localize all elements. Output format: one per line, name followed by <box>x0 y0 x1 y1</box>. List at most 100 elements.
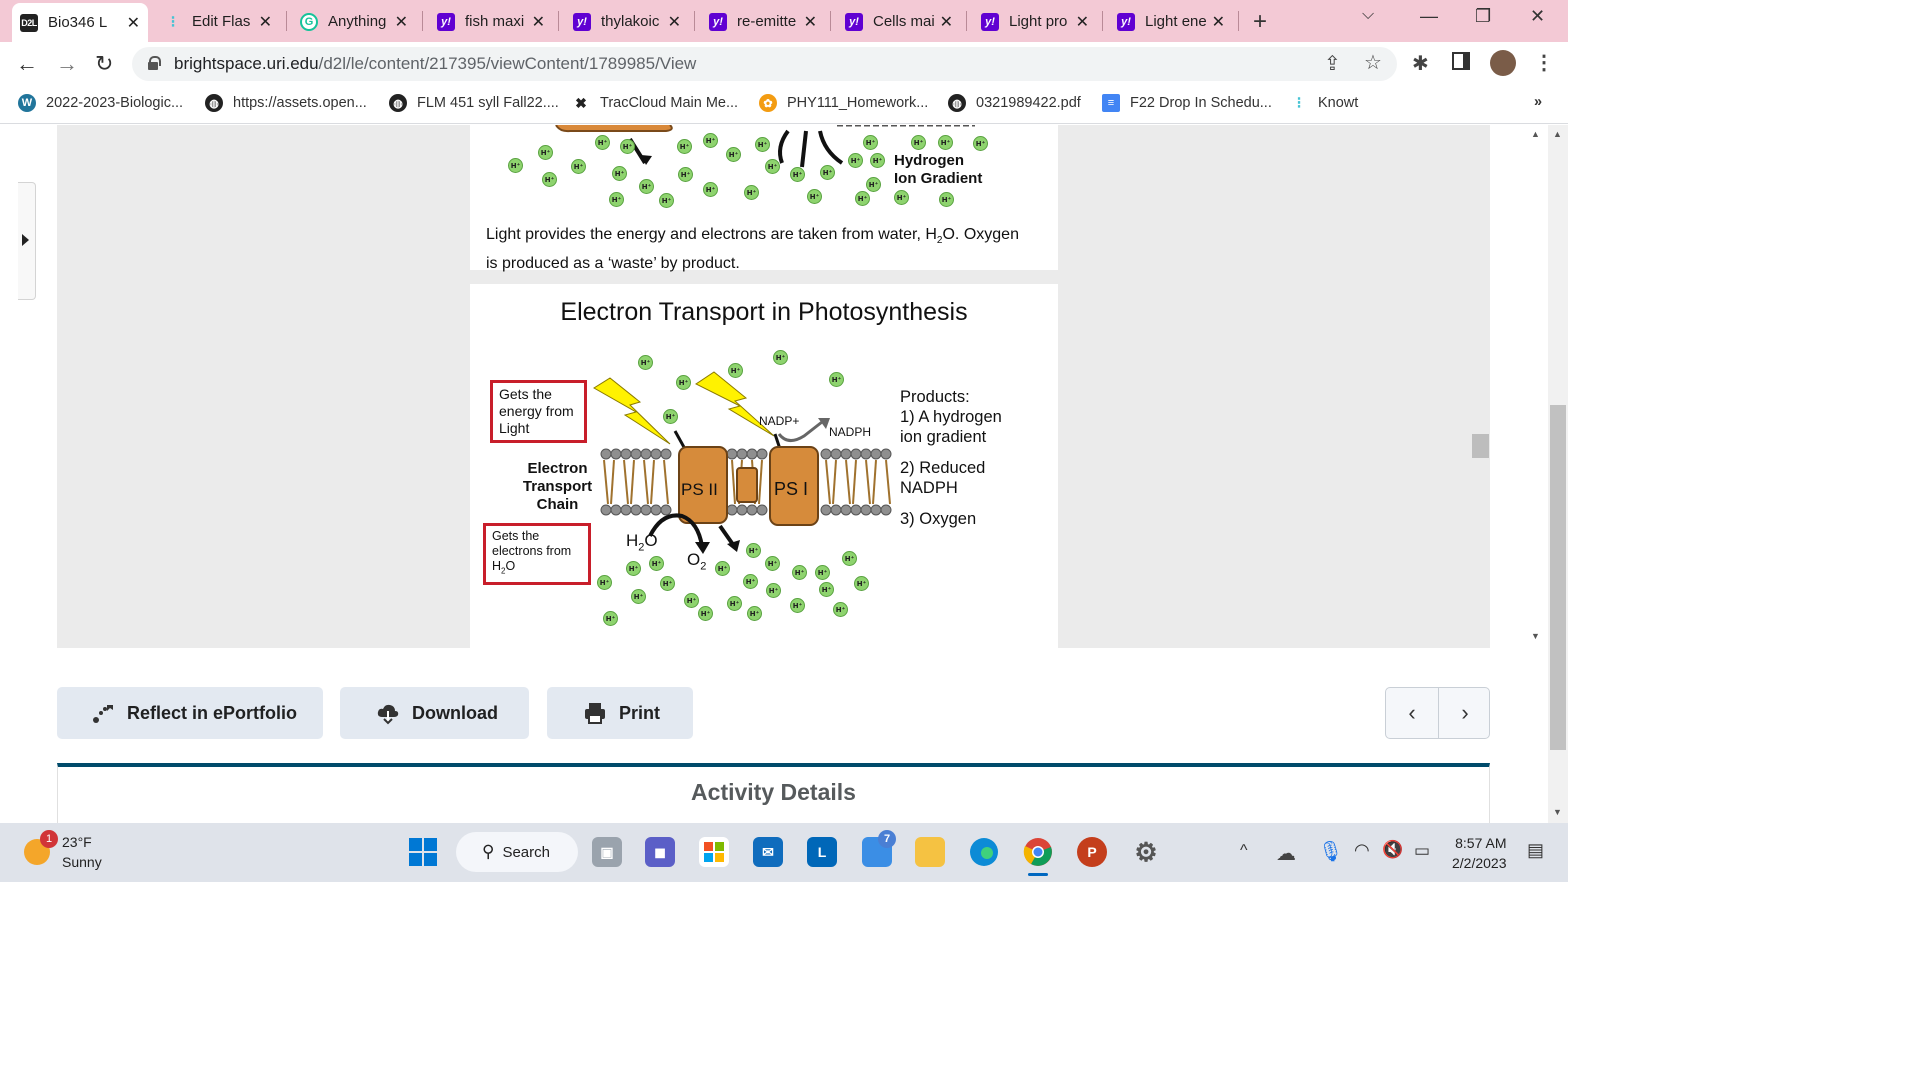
next-chevron-icon[interactable]: › <box>1439 688 1491 738</box>
chrome-browser-icon[interactable] <box>1023 837 1053 867</box>
lockdown-browser-icon[interactable]: L <box>807 837 837 867</box>
weather-widget[interactable]: 1 23°F Sunny <box>24 830 102 872</box>
system-clock[interactable]: 8:57 AM 2/2/2023 <box>1452 833 1507 873</box>
tab-fish[interactable]: y! fish maxi ✕ <box>429 5 553 38</box>
bookmark-item[interactable]: ⁝ Knowt <box>1290 94 1358 112</box>
settings-gear-icon[interactable]: ⚙ <box>1131 837 1161 867</box>
previous-chevron-icon[interactable]: ‹ <box>1386 688 1438 738</box>
activity-details-panel[interactable]: Activity Details <box>57 763 1490 823</box>
close-icon[interactable]: ✕ <box>1212 12 1225 32</box>
page-scroll-thumb[interactable] <box>1550 405 1566 750</box>
etc-line: Electron <box>527 460 588 477</box>
bookmark-item[interactable]: ◍ https://assets.open... <box>205 94 367 112</box>
bookmark-star-icon[interactable]: ☆ <box>1364 50 1382 75</box>
close-icon[interactable]: ✕ <box>1076 12 1089 32</box>
hydrogen-ion: H⁺ <box>773 350 788 365</box>
tab-light-pro[interactable]: y! Light pro ✕ <box>973 5 1097 38</box>
hydrogen-ion: H⁺ <box>639 179 654 194</box>
document-viewer[interactable]: H⁺ H⁺ H⁺ H⁺ H⁺ H⁺ H⁺ H⁺ H⁺ H⁺ H⁺ H⁺ H⁺ H… <box>57 125 1540 648</box>
close-icon[interactable]: ✕ <box>804 12 817 32</box>
microsoft-store-icon[interactable] <box>699 837 729 867</box>
bookmark-item[interactable]: ◍ 0321989422.pdf <box>948 94 1081 112</box>
reflect-eportfolio-button[interactable]: Reflect in ePortfolio <box>57 687 323 739</box>
taskbar-search[interactable]: ⚲ Search <box>456 832 578 872</box>
tab-cells[interactable]: y! Cells mai ✕ <box>837 5 961 38</box>
tab-bio346[interactable]: D2L Bio346 L ✕ <box>12 3 148 42</box>
file-explorer-icon[interactable] <box>915 837 945 867</box>
microphone-icon[interactable]: 🎙 <box>1318 839 1343 864</box>
close-icon[interactable]: ✕ <box>259 12 272 32</box>
hydrogen-ion: H⁺ <box>631 589 646 604</box>
side-panel-icon[interactable] <box>1452 52 1470 70</box>
etc-line: Transport <box>522 478 593 495</box>
browser-window: D2L Bio346 L ✕ ⁝ Edit Flas ✕ G Anything … <box>0 0 1568 882</box>
new-tab-plus-icon[interactable]: + <box>1253 8 1267 36</box>
scroll-down-arrow-icon[interactable]: ▼ <box>1531 631 1540 641</box>
restore-icon[interactable]: ❐ <box>1475 6 1491 27</box>
viewer-scrollbar[interactable]: ▲ ▼ <box>1527 125 1547 648</box>
box-line: Light <box>499 420 530 436</box>
task-view-icon[interactable]: ▣ <box>592 837 622 867</box>
product-line: 3) Oxygen <box>900 510 977 528</box>
knowt-icon: ⁝ <box>1290 94 1308 112</box>
reflect-label: Reflect in ePortfolio <box>127 702 298 723</box>
share-icon[interactable]: ⇪ <box>1324 51 1341 76</box>
url-text[interactable]: brightspace.uri.edu/d2l/le/content/21739… <box>174 54 696 74</box>
hydrogen-ion: H⁺ <box>819 582 834 597</box>
onedrive-cloud-icon[interactable]: ☁ <box>1276 841 1296 866</box>
scroll-up-arrow-icon[interactable]: ▲ <box>1531 129 1540 139</box>
mail-icon[interactable]: ✉ <box>753 837 783 867</box>
close-icon[interactable]: ✕ <box>127 13 140 33</box>
notification-bell-icon[interactable]: ▤ <box>1527 840 1544 861</box>
products-title: Products: <box>900 388 970 406</box>
minimize-icon[interactable]: — <box>1420 6 1438 27</box>
bookmark-item[interactable]: ≡ F22 Drop In Schedu... <box>1102 94 1272 112</box>
print-button[interactable]: Print <box>547 687 693 739</box>
battery-icon[interactable]: ▭ <box>1414 841 1430 861</box>
hydrogen-ion: H⁺ <box>676 375 691 390</box>
tab-edit-flashcards[interactable]: ⁝ Edit Flas ✕ <box>156 5 280 38</box>
close-icon[interactable]: ✕ <box>940 12 953 32</box>
close-icon[interactable]: ✕ <box>668 12 681 32</box>
back-arrow-icon[interactable]: ← <box>16 51 38 77</box>
edge-browser-icon[interactable] <box>969 837 999 867</box>
download-button[interactable]: Download <box>340 687 529 739</box>
tab-search-chevron-icon[interactable]: ⌵ <box>1362 6 1374 24</box>
scroll-down-arrow-icon[interactable]: ▼ <box>1553 807 1562 817</box>
viewer-scroll-thumb[interactable] <box>1472 434 1489 458</box>
extensions-puzzle-icon[interactable]: ✱ <box>1412 51 1429 76</box>
hydrogen-ion: H⁺ <box>659 193 674 208</box>
reload-icon[interactable]: ↻ <box>95 51 113 77</box>
bookmark-item[interactable]: ◍ FLM 451 syll Fall22.... <box>389 94 559 112</box>
menu-kebab-icon[interactable]: ⋮ <box>1534 50 1554 75</box>
wifi-icon[interactable]: ◠ <box>1354 840 1370 861</box>
products-list: Products: 1) A hydrogen ion gradient 2) … <box>900 387 1002 529</box>
teams-chat-icon[interactable]: ◼ <box>645 837 675 867</box>
bookmark-item[interactable]: ✖ TracCloud Main Me... <box>572 94 738 112</box>
teams-icon[interactable]: 7 <box>862 830 896 867</box>
tab-thylakoid[interactable]: y! thylakoic ✕ <box>565 5 689 38</box>
lock-icon[interactable] <box>148 56 161 70</box>
close-icon[interactable]: ✕ <box>532 12 545 32</box>
bookmark-item[interactable]: W 2022-2023-Biologic... <box>18 94 183 112</box>
tab-light-energy[interactable]: y! Light ene ✕ <box>1109 5 1233 38</box>
tab-re-emitted[interactable]: y! re-emitte ✕ <box>701 5 825 38</box>
scroll-up-arrow-icon[interactable]: ▲ <box>1553 129 1562 139</box>
hydrogen-ion: H⁺ <box>660 576 675 591</box>
bookmarks-overflow-icon[interactable]: » <box>1534 94 1542 110</box>
powerpoint-icon[interactable]: P <box>1077 837 1107 867</box>
show-hidden-icons-chevron-icon[interactable]: ^ <box>1240 842 1248 860</box>
sidebar-toggle[interactable] <box>18 182 36 300</box>
hydrogen-ion: H⁺ <box>508 158 523 173</box>
globe-icon: ◍ <box>389 94 407 112</box>
profile-avatar[interactable] <box>1490 50 1516 76</box>
bookmark-item[interactable]: ✿ PHY111_Homework... <box>759 94 928 112</box>
windows-start-icon[interactable] <box>408 837 438 867</box>
speaker-muted-icon[interactable]: 🔇 <box>1382 840 1403 860</box>
hydrogen-ion: H⁺ <box>755 137 770 152</box>
forward-arrow-icon[interactable]: → <box>56 51 78 77</box>
tab-anything[interactable]: G Anything ✕ <box>292 5 416 38</box>
close-icon[interactable]: ✕ <box>395 12 408 32</box>
nadp-label: NADP+ <box>759 414 800 428</box>
close-window-icon[interactable]: ✕ <box>1530 6 1545 27</box>
